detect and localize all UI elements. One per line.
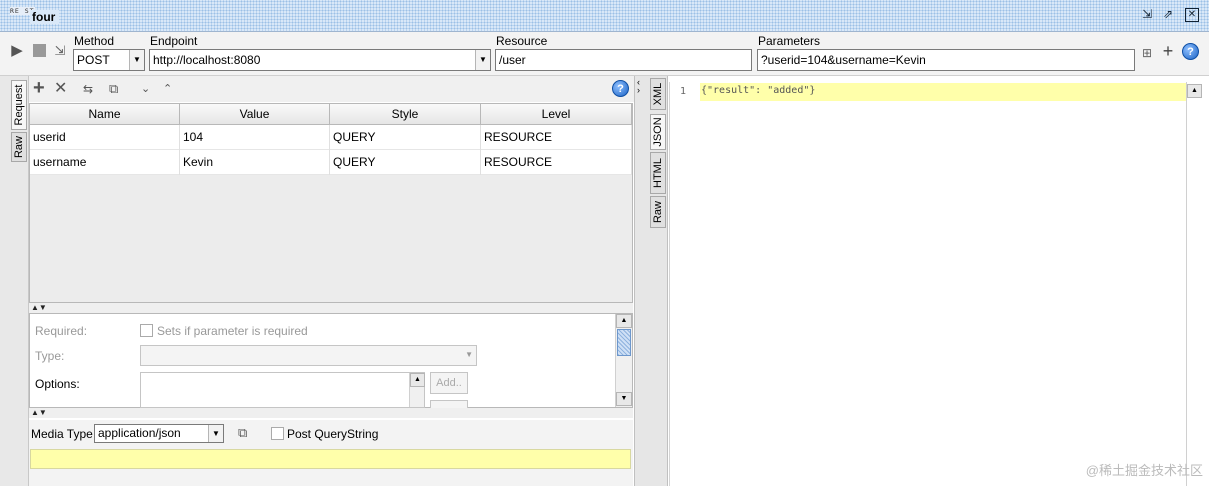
- help-icon[interactable]: ?: [1182, 43, 1199, 60]
- line-number-gutter: 1: [670, 82, 698, 486]
- cell-value[interactable]: 104: [180, 125, 330, 150]
- tab-request[interactable]: Request: [11, 80, 27, 130]
- required-label: Required:: [35, 324, 88, 338]
- cell-name[interactable]: userid: [30, 125, 180, 150]
- scroll-thumb[interactable]: [617, 329, 631, 356]
- endpoint-combo[interactable]: http://localhost:8080 ▼: [149, 49, 491, 71]
- response-scrollbar[interactable]: ▲: [1186, 82, 1202, 486]
- cell-value[interactable]: Kevin: [180, 150, 330, 175]
- tab-raw[interactable]: Raw: [11, 132, 27, 162]
- add-param-icon[interactable]: +: [1160, 42, 1176, 60]
- media-type-select[interactable]: application/json ▼: [94, 424, 224, 443]
- url-params-icon[interactable]: ⇆: [83, 80, 93, 98]
- response-tab-strip: ‹ › XML JSON HTML Raw: [634, 76, 668, 486]
- params-table: Name Value Style Level userid 104 QUERY …: [29, 103, 633, 303]
- column-header-value[interactable]: Value: [180, 104, 330, 125]
- tab-html-label: HTML: [652, 158, 664, 188]
- tab-json[interactable]: JSON: [650, 114, 666, 150]
- response-code: {"result": "added"}: [701, 85, 816, 96]
- options-label: Options:: [35, 377, 80, 391]
- cell-style[interactable]: QUERY: [330, 125, 481, 150]
- tab-json-label: JSON: [652, 117, 664, 147]
- add-option-button[interactable]: Add..: [430, 372, 468, 394]
- method-label: Method: [74, 34, 115, 48]
- request-body-editor[interactable]: [30, 449, 631, 469]
- chevron-down-icon[interactable]: ▼: [129, 50, 144, 70]
- window-titlebar: RE ST four ⇲ ⇗ ✕: [0, 0, 1209, 32]
- table-row[interactable]: userid 104 QUERY RESOURCE: [30, 125, 632, 150]
- resource-value: /user: [499, 53, 526, 67]
- required-checkbox-label: Sets if parameter is required: [157, 324, 308, 338]
- request-tab-strip: Request Raw: [0, 76, 29, 486]
- method-select[interactable]: POST ▼: [73, 49, 145, 71]
- required-checkbox[interactable]: [140, 324, 153, 337]
- cell-style[interactable]: QUERY: [330, 150, 481, 175]
- options-scrollbar[interactable]: ▲: [409, 373, 425, 407]
- tab-raw-response[interactable]: Raw: [650, 196, 666, 228]
- media-type-value: application/json: [98, 426, 181, 440]
- clear-params-icon[interactable]: ⊞: [1139, 44, 1155, 62]
- media-type-label: Media Type: [31, 427, 93, 441]
- collapse-arrows-icon[interactable]: ‹ ›: [637, 78, 640, 95]
- scroll-up-icon[interactable]: ▲: [410, 373, 425, 387]
- param-properties-panel: Required: Sets if parameter is required …: [29, 313, 633, 409]
- splitter-handle[interactable]: ▲▼: [29, 303, 633, 313]
- stop-icon[interactable]: [31, 42, 47, 60]
- scroll-down-icon[interactable]: ▼: [616, 392, 632, 406]
- scroll-up-icon[interactable]: ▲: [616, 314, 632, 328]
- request-toolbar: ▶ ⇲ Method POST ▼ Endpoint http://localh…: [0, 32, 1209, 76]
- cell-level[interactable]: RESOURCE: [481, 150, 632, 175]
- follow-redirect-icon[interactable]: ⇲: [52, 42, 68, 60]
- parameters-input[interactable]: ?userid=104&username=Kevin: [757, 49, 1135, 71]
- move-down-icon[interactable]: ⌄: [141, 80, 150, 98]
- response-editor[interactable]: 1 {"result": "added"} ▲: [669, 82, 1202, 486]
- type-label: Type:: [35, 349, 65, 363]
- close-icon[interactable]: ✕: [1185, 8, 1199, 22]
- chevron-down-icon[interactable]: ▼: [208, 425, 223, 442]
- scroll-up-icon[interactable]: ▲: [1187, 84, 1202, 98]
- endpoint-label: Endpoint: [150, 34, 198, 48]
- help-icon[interactable]: ?: [612, 80, 629, 97]
- window-title: four: [30, 10, 60, 24]
- column-header-name[interactable]: Name: [30, 104, 180, 125]
- chevron-down-icon[interactable]: ▼: [465, 350, 473, 359]
- endpoint-value: http://localhost:8080: [153, 53, 261, 67]
- run-icon[interactable]: ▶: [9, 42, 25, 60]
- splitter-handle[interactable]: ▲▼: [29, 408, 633, 418]
- parameters-label: Parameters: [758, 34, 821, 48]
- method-value: POST: [77, 53, 110, 67]
- tab-html[interactable]: HTML: [650, 152, 666, 194]
- format-icon[interactable]: ⧉: [238, 425, 247, 441]
- tab-request-label: Request: [13, 84, 25, 126]
- cell-name[interactable]: username: [30, 150, 180, 175]
- resource-input[interactable]: /user: [495, 49, 752, 71]
- watermark: @稀土掘金技术社区: [1085, 463, 1203, 478]
- props-scrollbar[interactable]: ▲ ▼: [615, 314, 632, 407]
- cell-level[interactable]: RESOURCE: [481, 125, 632, 150]
- line-number: 1: [680, 86, 687, 97]
- chevron-down-icon[interactable]: ▼: [475, 50, 490, 70]
- edit-icon[interactable]: ⧉: [109, 80, 118, 98]
- type-select[interactable]: ▼: [140, 345, 477, 366]
- detach-icon[interactable]: ⇲: [1140, 8, 1154, 22]
- table-row[interactable]: username Kevin QUERY RESOURCE: [30, 150, 632, 175]
- options-list[interactable]: ▲: [140, 372, 425, 408]
- post-querystring-checkbox[interactable]: [271, 427, 284, 440]
- tab-xml[interactable]: XML: [650, 78, 666, 110]
- move-up-icon[interactable]: ⌃: [163, 80, 172, 98]
- parameters-value: ?userid=104&username=Kevin: [761, 53, 926, 67]
- column-header-level[interactable]: Level: [481, 104, 632, 125]
- tab-raw-label: Raw: [13, 135, 25, 159]
- maximize-icon[interactable]: ⇗: [1161, 8, 1175, 22]
- params-toolbar: + ✕ ⇆ ⧉ ⌄ ⌃ ?: [29, 76, 634, 102]
- add-icon[interactable]: +: [33, 78, 45, 98]
- resource-label: Resource: [496, 34, 548, 48]
- tab-xml-label: XML: [652, 82, 664, 106]
- column-header-style[interactable]: Style: [330, 104, 481, 125]
- post-querystring-label: Post QueryString: [287, 427, 379, 441]
- delete-icon[interactable]: ✕: [54, 80, 67, 98]
- tab-raw-response-label: Raw: [652, 200, 664, 224]
- media-type-bar: Media Type application/json ▼ ⧉ Post Que…: [29, 420, 633, 486]
